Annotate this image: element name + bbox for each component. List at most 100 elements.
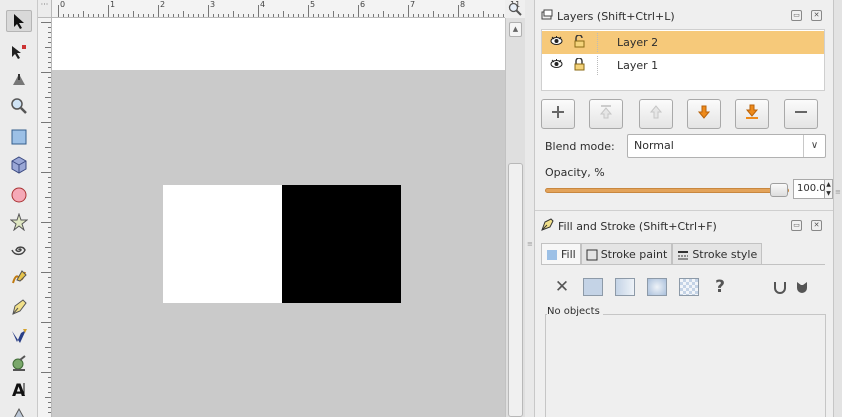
ruler-tick [288, 14, 289, 17]
dock-right-edge[interactable]: ≡ [833, 0, 842, 417]
fill-rule-evenodd-icon[interactable] [769, 276, 791, 298]
pencil-tool-icon[interactable] [6, 266, 32, 288]
ruler-tick [383, 11, 384, 17]
spiral-tool-icon[interactable] [6, 239, 32, 261]
tweak-tool-icon[interactable] [6, 68, 32, 90]
layer-row[interactable]: Layer 1 [542, 54, 824, 77]
ellipse-tool-icon[interactable] [6, 184, 32, 206]
locked-padlock-icon[interactable] [573, 57, 585, 74]
ruler-tick [338, 14, 339, 17]
lower-icon [696, 104, 712, 124]
fill-rule-nonzero-icon[interactable] [791, 276, 813, 298]
remove-layer-button[interactable] [784, 99, 818, 129]
gradient-tool-icon[interactable] [6, 404, 32, 417]
visibility-eye-icon[interactable] [550, 58, 563, 73]
canvas-vertical-scrollbar[interactable]: ▲ [505, 18, 525, 417]
ruler-tick [48, 37, 51, 38]
ruler-tick [458, 5, 459, 17]
ruler-tick [48, 92, 51, 93]
ruler-tick [343, 14, 344, 17]
ruler-tick [158, 5, 159, 17]
blend-mode-select[interactable]: Normal ∨ [627, 134, 826, 158]
panel-close-icon[interactable]: ✕ [811, 220, 822, 231]
panel-iconify-icon[interactable]: ▭ [791, 220, 802, 231]
spin-arrows-icon[interactable]: ▲ ▼ [825, 179, 833, 199]
flat-color-icon[interactable] [583, 278, 603, 296]
tab-fill-label: Fill [561, 248, 576, 261]
ruler-number: 0 [60, 0, 66, 9]
ruler-tick [198, 14, 199, 17]
ruler-tick [183, 11, 184, 17]
radial-gradient-icon[interactable] [647, 278, 667, 296]
scroll-up-icon[interactable]: ▲ [509, 22, 522, 37]
ruler-tick [398, 14, 399, 17]
ruler-tick [298, 14, 299, 17]
ruler-tick [48, 187, 51, 188]
ruler-tick [243, 14, 244, 17]
ruler-number: 4 [260, 0, 266, 9]
3d-box-tool-icon[interactable] [6, 154, 32, 176]
lower-to-bottom-icon [744, 104, 760, 124]
fill-stroke-tabs: Fill Stroke paint Stroke style [541, 243, 763, 265]
lower-to-bottom-button[interactable] [735, 99, 769, 129]
add-layer-button[interactable] [541, 99, 575, 129]
pen-tool-icon[interactable] [6, 296, 32, 318]
right-dock: Layers (Shift+Ctrl+L) ▭ ✕ Layer 2 Layer … [535, 0, 833, 417]
layer-name[interactable]: Layer 1 [617, 59, 658, 72]
page-area [52, 70, 505, 417]
ruler-tick [363, 14, 364, 17]
ruler-tick [48, 27, 51, 28]
minus-icon [793, 104, 809, 124]
opacity-input[interactable]: 100.0 [793, 179, 826, 199]
fill-stroke-panel-header: Fill and Stroke (Shift+Ctrl+F) ▭ ✕ [535, 214, 833, 238]
layers-list: Layer 2 Layer 1 [541, 29, 825, 91]
no-paint-icon[interactable]: ✕ [551, 276, 573, 298]
unlocked-padlock-icon[interactable] [573, 34, 585, 51]
ruler-tick [48, 207, 51, 208]
zoom-corner-icon[interactable] [505, 0, 525, 18]
star-tool-icon[interactable] [6, 211, 32, 233]
ruler-tick [48, 387, 51, 388]
rectangle-tool-icon[interactable] [6, 126, 32, 148]
tab-stroke-style[interactable]: Stroke style [672, 243, 763, 265]
tab-fill[interactable]: Fill [541, 243, 581, 265]
ruler-tick [98, 14, 99, 17]
raise-layer-button[interactable] [639, 99, 673, 129]
dock-splitter[interactable]: ≡ [525, 0, 535, 417]
ruler-tick [41, 122, 51, 123]
ruler-tick [48, 102, 51, 103]
layer-row[interactable]: Layer 2 [542, 31, 824, 54]
black-rectangle[interactable] [282, 185, 401, 303]
unset-paint-icon[interactable]: ? [709, 276, 731, 298]
zoom-tool-icon[interactable] [6, 95, 32, 117]
ruler-tick [48, 62, 51, 63]
spray-tool-icon[interactable] [6, 352, 32, 374]
visibility-eye-icon[interactable] [550, 35, 563, 50]
ruler-tick [148, 14, 149, 17]
panel-close-icon[interactable]: ✕ [811, 10, 822, 21]
ruler-tick [408, 5, 409, 17]
node-tool-icon[interactable] [6, 41, 32, 63]
ruler-tick [48, 217, 51, 218]
tab-stroke-paint[interactable]: Stroke paint [580, 243, 673, 265]
ruler-tick [48, 342, 51, 343]
panel-iconify-icon[interactable]: ▭ [791, 10, 802, 21]
layer-name[interactable]: Layer 2 [617, 36, 658, 49]
drawing-canvas[interactable] [52, 18, 505, 417]
linear-gradient-icon[interactable] [615, 278, 635, 296]
ruler-tick [48, 107, 51, 108]
raise-to-top-button[interactable] [589, 99, 623, 129]
selector-tool-icon[interactable] [6, 10, 32, 32]
pattern-icon[interactable] [679, 278, 699, 296]
ruler-tick [308, 5, 309, 17]
scrollbar-thumb[interactable] [508, 163, 523, 417]
ruler-tick [48, 327, 51, 328]
text-tool-icon[interactable]: A [6, 378, 32, 400]
ruler-tick [478, 14, 479, 17]
white-rectangle[interactable] [163, 185, 282, 303]
lower-layer-button[interactable] [687, 99, 721, 129]
opacity-slider[interactable] [545, 188, 789, 193]
opacity-slider-handle[interactable] [770, 183, 788, 197]
ruler-tick [433, 11, 434, 17]
calligraphy-tool-icon[interactable] [6, 325, 32, 347]
